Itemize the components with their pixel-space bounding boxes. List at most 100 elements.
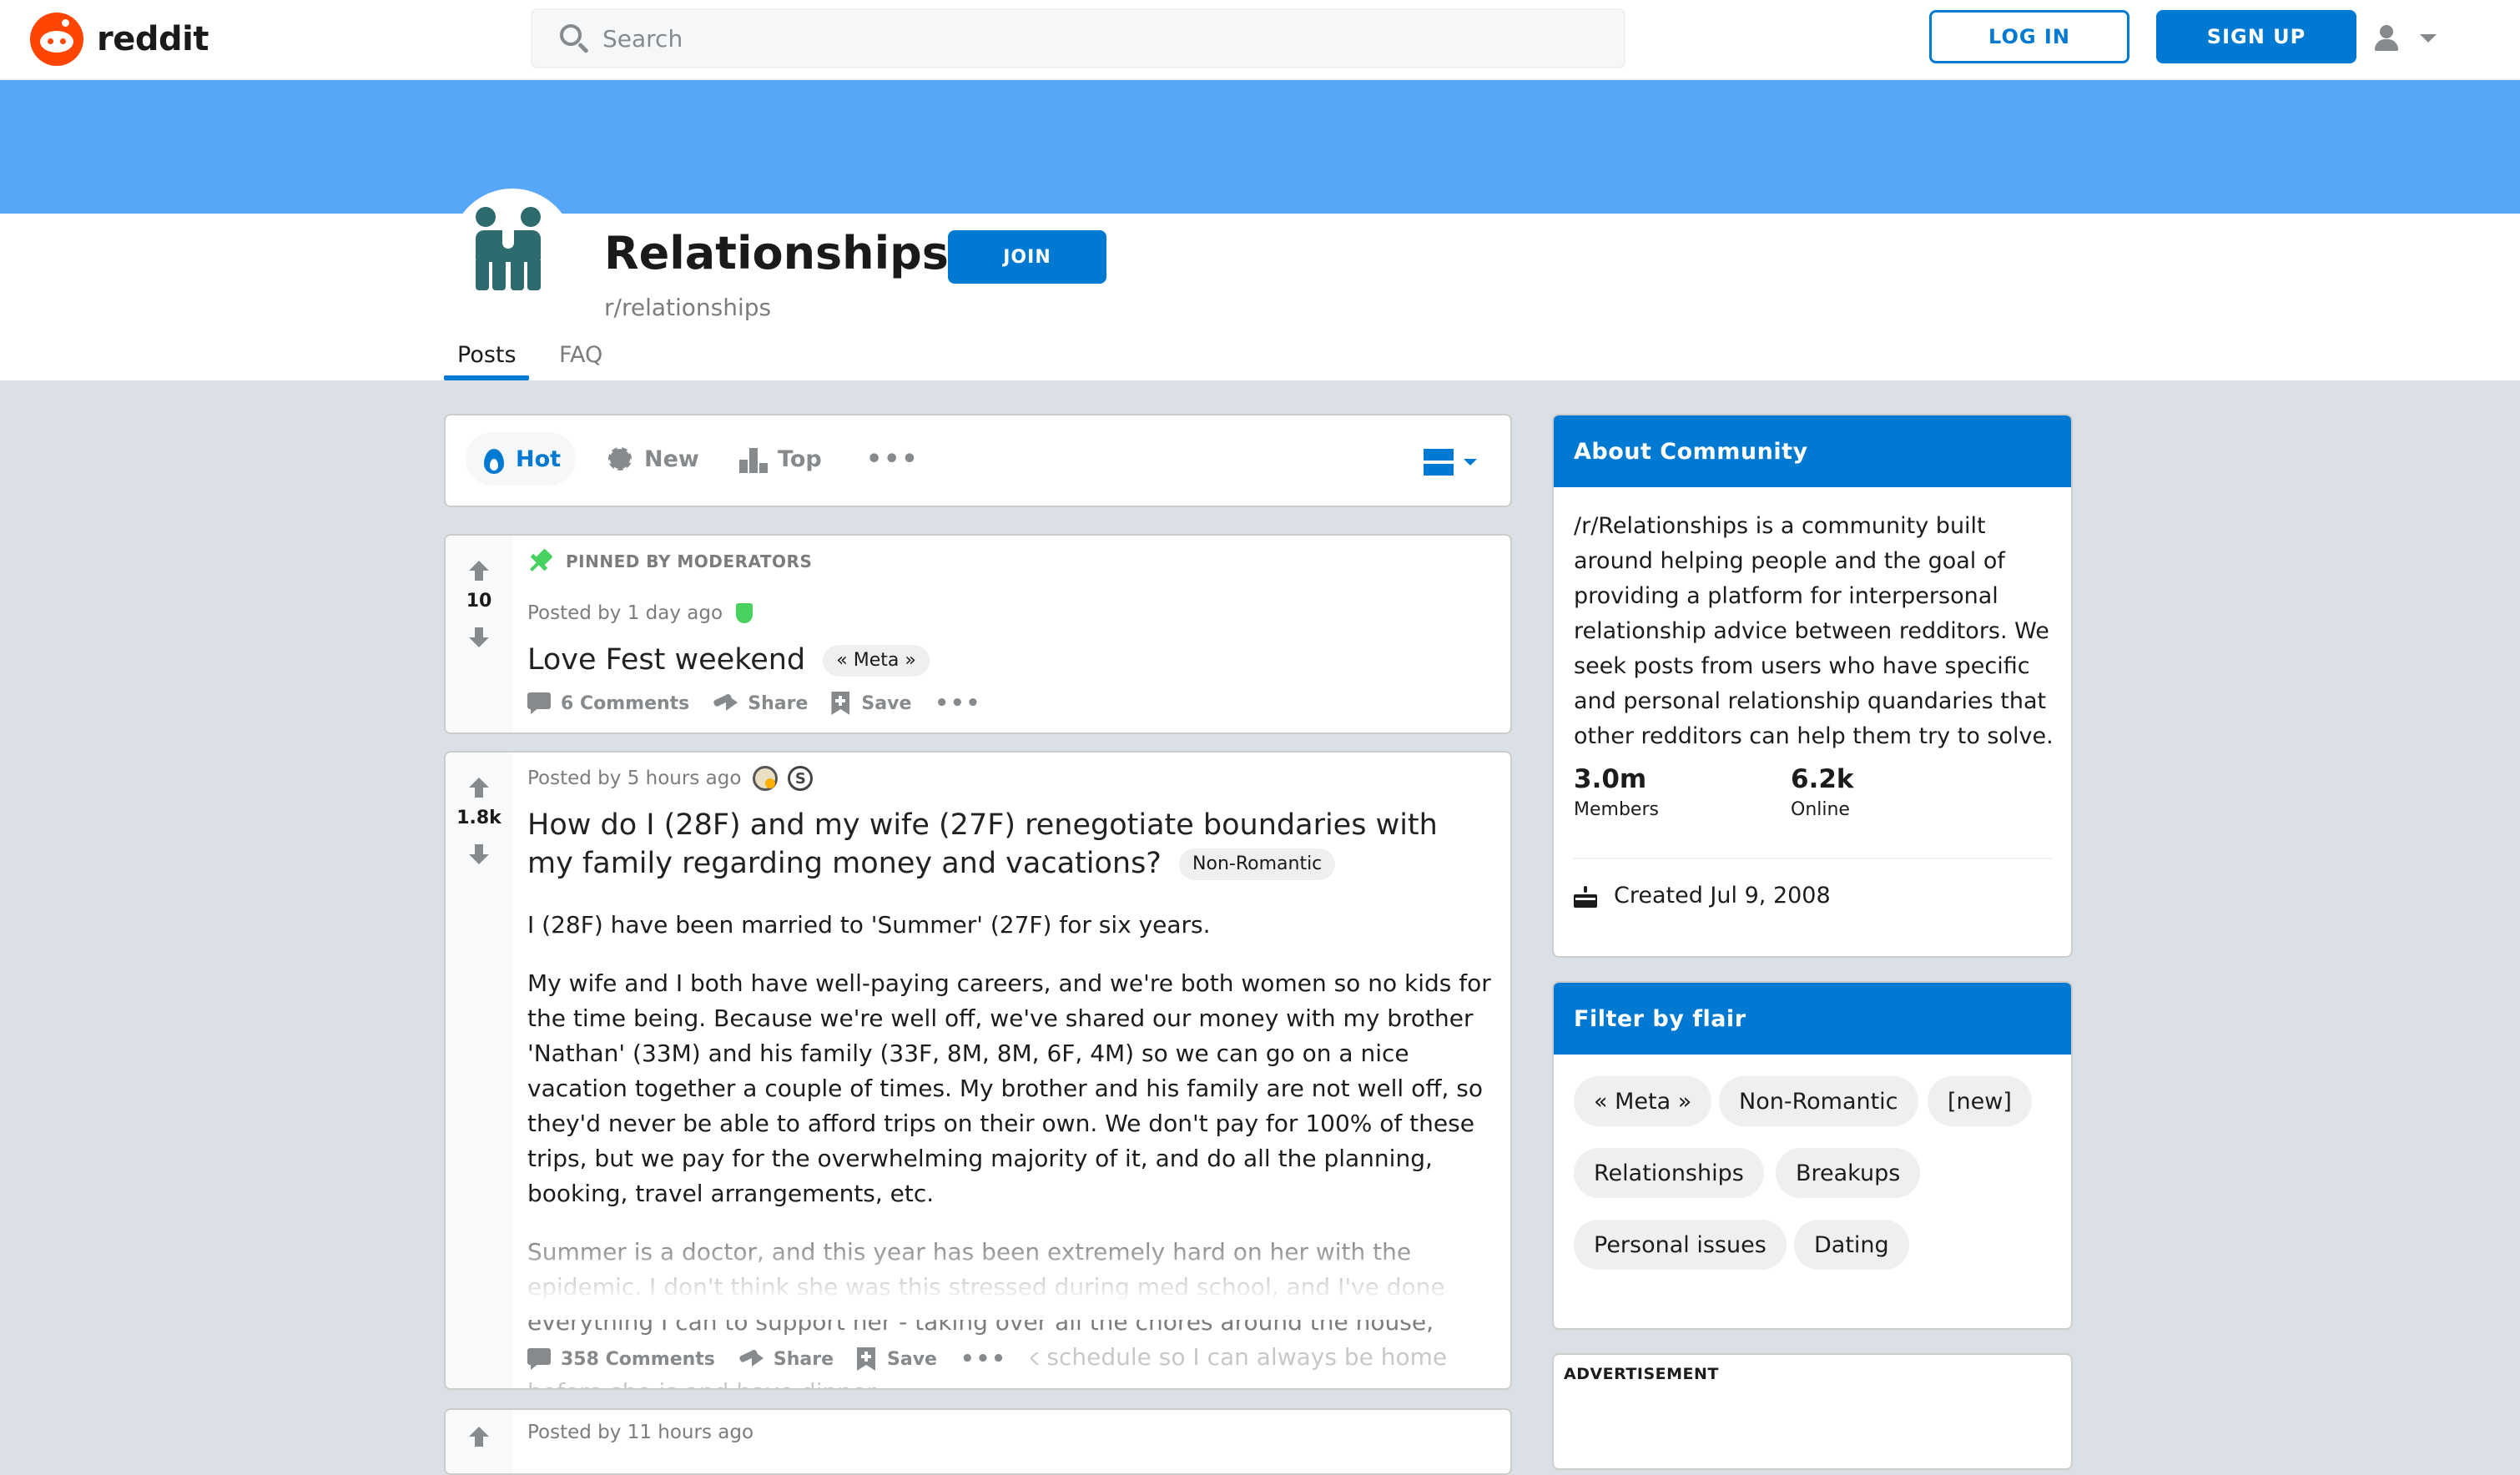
coin-award-icon: S [788,766,814,791]
reddit-snoo-icon [30,13,83,66]
save-label: Save [861,692,912,714]
share-label: Share [748,692,809,714]
post-meta: Posted by 11 hours ago [527,1422,753,1443]
upvote-icon[interactable] [469,778,489,798]
divider [1574,858,2053,859]
share-button[interactable]: Share [738,1348,834,1370]
sort-top-button[interactable]: Top [739,432,822,486]
about-community-widget: About Community /r/Relationships is a co… [1552,414,2073,958]
search-input[interactable]: Search [531,8,1625,68]
created-date: Created Jul 9, 2008 [1574,883,1831,909]
members-stat: 3.0m Members [1574,764,1659,820]
sort-more-button[interactable]: ••• [866,432,920,486]
bookmark-icon [831,692,850,715]
chevron-down-icon [2420,34,2437,43]
new-burst-icon [606,445,634,473]
tab-faq[interactable]: FAQ [559,342,602,368]
pinned-text: PINNED BY MODERATORS [566,551,813,571]
flair-chip-relationships[interactable]: Relationships [1574,1148,1764,1198]
post-card[interactable]: Posted by 11 hours ago [444,1408,1512,1475]
share-icon [713,692,738,714]
post-meta: Posted by 1 day ago [527,602,753,624]
posted-by: Posted by 5 hours ago [527,768,742,789]
post-actions: 358 Comments Share Save ••• [527,1347,1031,1372]
post-meta: Posted by 5 hours ago S [527,766,814,791]
about-community-description: /r/Relationships is a community built ar… [1574,513,2054,749]
flair-chip-new[interactable]: [new] [1928,1076,2032,1126]
join-button[interactable]: JOIN [948,230,1106,284]
post-fade-overlay [512,1236,1510,1320]
sort-hot-button[interactable]: Hot [466,432,576,486]
user-menu-dropdown[interactable] [2370,17,2453,60]
flame-icon [482,444,506,474]
top-navbar: reddit Search LOG IN SIGN UP [0,0,2520,80]
advertisement-widget: ADVERTISEMENT [1552,1353,2073,1470]
pinned-label: PINNED BY MODERATORS [527,548,813,574]
share-icon [738,1348,764,1370]
post-card[interactable]: 1.8k Posted by 5 hours ago S How do I (2… [444,751,1512,1390]
save-button[interactable]: Save [857,1347,937,1371]
search-icon [557,22,591,55]
tab-posts[interactable]: Posts [457,342,517,368]
community-header [0,214,2520,380]
comments-button[interactable]: 6 Comments [527,692,689,714]
reddit-logo[interactable]: reddit [30,12,209,67]
comments-count: 6 Comments [561,692,690,714]
vote-count: 1.8k [456,808,501,828]
sort-new-button[interactable]: New [606,432,699,486]
share-label: Share [773,1348,834,1370]
community-avatar-icon [451,189,574,312]
filter-by-flair-widget: Filter by flair « Meta » Non-Romantic [n… [1552,981,2073,1330]
members-label: Members [1574,799,1659,820]
flair-chip-breakups[interactable]: Breakups [1776,1148,1921,1198]
bookmark-icon [857,1347,876,1371]
user-icon [2370,22,2403,55]
comment-icon [527,1348,551,1370]
save-button[interactable]: Save [831,692,911,715]
award-icon [753,766,779,791]
post-paragraph: I (28F) have been married to 'Summer' (2… [527,911,1211,939]
vote-count: 10 [466,591,492,612]
comment-icon [527,692,551,714]
post-flair[interactable]: « Meta » [823,645,930,677]
sort-new-label: New [644,446,699,472]
post-paragraph: My wife and I both have well-paying care… [527,969,1491,1207]
cake-icon [1574,884,1597,908]
signup-button[interactable]: SIGN UP [2156,10,2356,63]
top-chart-icon [739,445,768,473]
sort-bar: Hot New Top ••• [444,414,1512,507]
flair-chip-dating[interactable]: Dating [1794,1220,1909,1270]
comments-button[interactable]: 358 Comments [527,1348,715,1370]
post-title[interactable]: How do I (28F) and my wife (27F) renegot… [527,806,1487,883]
login-button[interactable]: LOG IN [1929,10,2129,63]
post-title-text: Love Fest weekend [527,643,806,677]
comments-count: 358 Comments [561,1348,715,1370]
post-more-button[interactable]: ••• [935,691,981,716]
flair-chip-meta[interactable]: « Meta » [1574,1076,1712,1126]
upvote-icon[interactable] [469,561,489,581]
post-card-pinned[interactable]: 10 PINNED BY MODERATORS Posted by 1 day … [444,534,1512,734]
community-subreddit-name: r/relationships [604,294,772,321]
card-layout-icon [1424,449,1454,476]
online-count: 6.2k [1791,764,1854,794]
community-banner [0,80,2520,214]
upvote-icon[interactable] [469,1427,489,1447]
flair-chip-non-romantic[interactable]: Non-Romantic [1719,1076,1918,1126]
downvote-icon[interactable] [469,844,489,864]
chevron-down-icon [1464,459,1477,466]
flair-chip-personal-issues[interactable]: Personal issues [1574,1220,1787,1270]
created-text: Created Jul 9, 2008 [1614,883,1831,909]
downvote-icon[interactable] [469,627,489,647]
online-stat: 6.2k Online [1791,764,1854,820]
mod-shield-icon [736,603,753,623]
post-flair[interactable]: Non-Romantic [1179,848,1336,880]
posted-by: Posted by 11 hours ago [527,1422,754,1443]
filter-by-flair-title: Filter by flair [1554,983,2071,1055]
sort-top-label: Top [778,446,822,472]
sort-hot-label: Hot [516,446,562,472]
post-more-button[interactable]: ••• [960,1347,1007,1372]
posted-by: Posted by 1 day ago [527,602,723,624]
post-title[interactable]: Love Fest weekend « Meta » [527,641,930,679]
layout-toggle-button[interactable] [1424,444,1485,481]
share-button[interactable]: Share [713,692,808,714]
